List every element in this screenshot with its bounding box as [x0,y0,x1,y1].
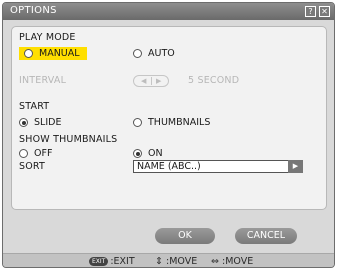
dialog-title: OPTIONS [10,5,57,16]
radio-off-circle [19,149,28,158]
radio-on[interactable]: ON [133,147,183,160]
cancel-button[interactable]: CANCEL [235,228,297,244]
radio-manual[interactable]: MANUAL [19,47,87,60]
exit-key-icon: EXIT [89,257,109,266]
radio-thumbnails-label: THUMBNAILS [148,117,211,128]
radio-auto-label: AUTO [148,48,175,59]
radio-on-label: ON [148,148,163,159]
move-horizontal-hint: ⇔ :MOVE [211,256,253,267]
sort-label: SORT [19,161,46,172]
interval-right-arrow-icon[interactable]: ▶ [156,76,161,86]
sort-select[interactable]: NAME (ABC..) ▶ [133,160,303,173]
interval-stepper[interactable]: ◀ ▶ [133,75,169,87]
radio-auto-circle [133,49,142,58]
move-vertical-hint: ⇕ :MOVE [155,256,197,267]
close-icon[interactable]: ✕ [319,6,330,17]
interval-left-arrow-icon[interactable]: ◀ [141,76,146,86]
interval-value: 5 SECOND [188,75,240,86]
radio-thumbnails-circle [133,118,142,127]
radio-auto[interactable]: AUTO [133,47,193,60]
exit-hint-text: :EXIT [110,256,135,267]
exit-hint: EXIT:EXIT [89,256,135,267]
options-dialog: OPTIONS ? ✕ PLAY MODE MANUAL AUTO INTERV… [2,2,335,268]
sort-dropdown-arrow-icon[interactable]: ▶ [288,160,303,173]
interval-stepper-divider [151,77,152,85]
radio-manual-label: MANUAL [39,48,80,59]
interval-label: INTERVAL [19,75,67,86]
radio-off[interactable]: OFF [19,147,69,160]
sort-value: NAME (ABC..) [137,161,201,172]
play-mode-label: PLAY MODE [19,32,76,43]
options-panel: PLAY MODE MANUAL AUTO INTERVAL ◀ ▶ 5 SEC… [11,26,327,210]
radio-thumbnails[interactable]: THUMBNAILS [133,116,233,129]
radio-on-circle [133,149,142,158]
help-icon[interactable]: ? [305,6,316,17]
radio-slide-label: SLIDE [34,117,62,128]
title-bar: OPTIONS ? ✕ [3,3,334,20]
updown-arrow-icon: ⇕ [155,256,163,267]
leftright-arrow-icon: ⇔ [211,256,219,267]
radio-off-label: OFF [34,148,53,159]
move-vertical-text: :MOVE [166,256,198,267]
show-thumbnails-label: SHOW THUMBNAILS [19,134,118,145]
radio-manual-circle [24,49,33,58]
ok-button[interactable]: OK [155,228,215,244]
hint-bar: EXIT:EXIT ⇕ :MOVE ⇔ :MOVE [3,253,334,267]
move-horizontal-text: :MOVE [222,256,254,267]
radio-slide[interactable]: SLIDE [19,116,79,129]
start-label: START [19,101,50,112]
radio-slide-circle [19,118,28,127]
